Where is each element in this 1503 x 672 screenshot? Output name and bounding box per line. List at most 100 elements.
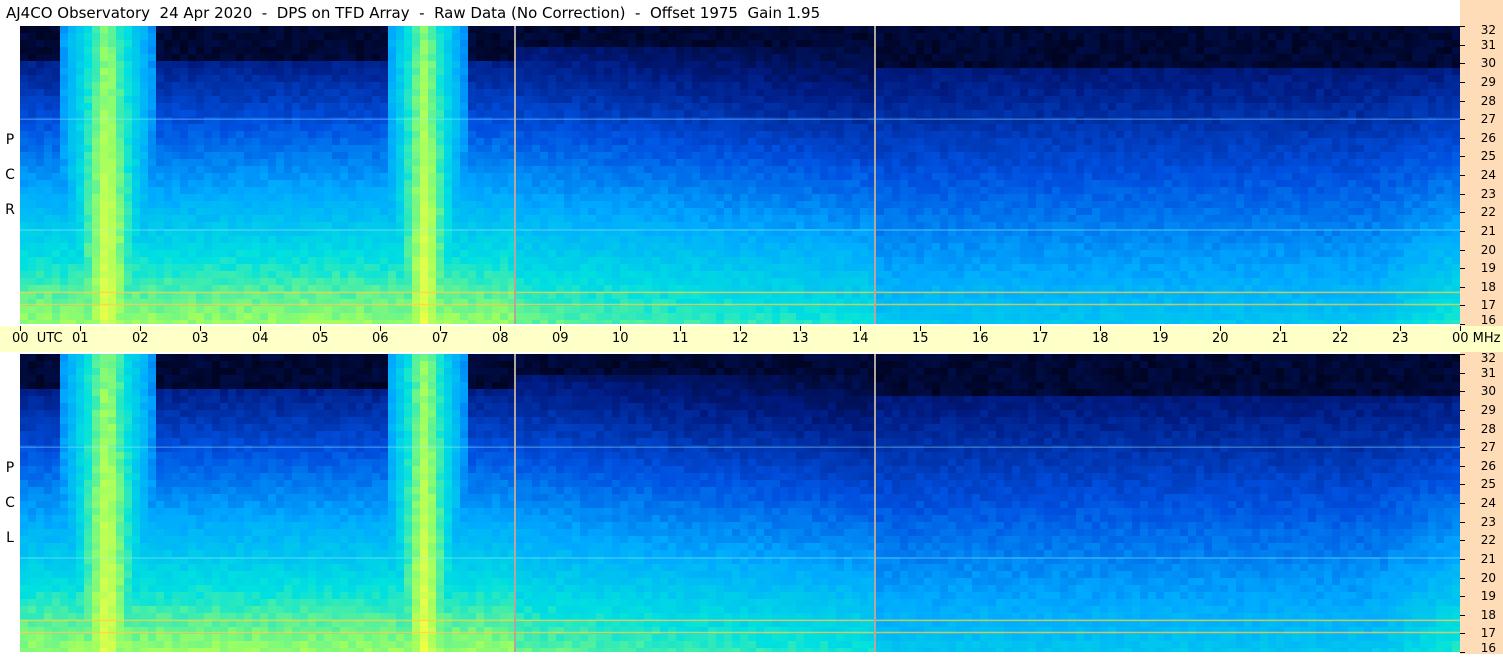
rcp-cell bbox=[468, 313, 477, 321]
rcp-cell bbox=[276, 243, 285, 251]
rcp-cell bbox=[292, 33, 301, 41]
rcp-cell bbox=[812, 89, 821, 97]
rcp-cell bbox=[28, 47, 37, 55]
rcp-cell bbox=[676, 75, 685, 83]
rcp-cell bbox=[180, 271, 189, 279]
rcp-cell bbox=[532, 40, 541, 48]
rcp-cell bbox=[700, 61, 709, 69]
rcp-cell bbox=[124, 222, 133, 230]
rcp-cell bbox=[900, 194, 909, 202]
rcp-cell bbox=[436, 278, 445, 286]
rcp-cell bbox=[100, 306, 109, 314]
rcp-cell bbox=[332, 138, 341, 146]
rcp-cell bbox=[188, 131, 197, 139]
rcp-cell bbox=[588, 40, 597, 48]
rcp-cell bbox=[684, 117, 693, 125]
rcp-cell bbox=[804, 117, 813, 125]
rcp-cell bbox=[772, 320, 781, 324]
rcp-cell bbox=[900, 47, 909, 55]
rcp-cell bbox=[580, 201, 589, 209]
rcp-cell bbox=[716, 292, 725, 300]
rcp-cell bbox=[900, 271, 909, 279]
rcp-cell bbox=[468, 264, 477, 272]
rcp-cell bbox=[68, 299, 77, 307]
rcp-cell bbox=[772, 166, 781, 174]
rcp-cell bbox=[348, 131, 357, 139]
rcp-cell bbox=[236, 173, 245, 181]
rcp-cell bbox=[556, 26, 565, 34]
rcp-cell bbox=[28, 306, 37, 314]
rcp-cell bbox=[204, 236, 213, 244]
rcp-cell bbox=[332, 166, 341, 174]
rcp-cell bbox=[732, 292, 741, 300]
rcp-cell bbox=[716, 313, 725, 321]
rcp-cell bbox=[780, 250, 789, 258]
rcp-cell bbox=[676, 54, 685, 62]
rcp-cell bbox=[732, 61, 741, 69]
rcp-cell bbox=[708, 320, 717, 324]
rcp-cell bbox=[572, 61, 581, 69]
rcp-cell bbox=[660, 271, 669, 279]
rcp-cell bbox=[876, 257, 885, 265]
rcp-cell bbox=[172, 201, 181, 209]
rcp-cell bbox=[228, 159, 237, 167]
rcp-cell bbox=[76, 47, 85, 55]
rcp-cell bbox=[748, 61, 757, 69]
rcp-cell bbox=[716, 243, 725, 251]
rcp-cell bbox=[900, 215, 909, 223]
rcp-cell bbox=[548, 117, 557, 125]
rcp-cell bbox=[252, 320, 261, 324]
rcp-cell bbox=[140, 89, 149, 97]
rcp-cell bbox=[764, 40, 773, 48]
rcp-cell bbox=[764, 145, 773, 153]
rcp-cell bbox=[116, 61, 125, 69]
rcp-cell bbox=[92, 103, 101, 111]
rcp-cell bbox=[740, 96, 749, 104]
rcp-cell bbox=[252, 173, 261, 181]
rcp-cell bbox=[44, 145, 53, 153]
rcp-cell bbox=[20, 257, 29, 265]
rcp-cell bbox=[756, 82, 765, 90]
rcp-cell bbox=[876, 26, 885, 34]
rcp-cell bbox=[940, 180, 949, 188]
rcp-cell bbox=[540, 271, 549, 279]
rcp-cell bbox=[108, 103, 117, 111]
rcp-cell bbox=[308, 271, 317, 279]
rcp-cell bbox=[316, 117, 325, 125]
rcp-cell bbox=[780, 285, 789, 293]
rcp-cell bbox=[156, 54, 165, 62]
rcp-cell bbox=[492, 236, 501, 244]
rcp-cell bbox=[676, 152, 685, 160]
rcp-cell bbox=[436, 61, 445, 69]
rcp-cell bbox=[932, 131, 941, 139]
rcp-cell bbox=[660, 33, 669, 41]
rcp-cell bbox=[36, 264, 45, 272]
rcp-cell bbox=[492, 292, 501, 300]
rcp-cell bbox=[900, 292, 909, 300]
rcp-cell bbox=[36, 278, 45, 286]
rcp-cell bbox=[236, 215, 245, 223]
rcp-cell bbox=[348, 173, 357, 181]
rcp-cell bbox=[460, 208, 469, 216]
rcp-cell bbox=[44, 89, 53, 97]
rcp-cell bbox=[764, 201, 773, 209]
rcp-cell bbox=[492, 33, 501, 41]
rcp-cell bbox=[212, 180, 221, 188]
rcp-cell bbox=[652, 278, 661, 286]
rcp-cell bbox=[340, 103, 349, 111]
rcp-cell bbox=[412, 180, 421, 188]
rcp-cell bbox=[68, 243, 77, 251]
rcp-cell bbox=[628, 201, 637, 209]
rcp-cell bbox=[700, 299, 709, 307]
rcp-cell bbox=[52, 215, 61, 223]
rcp-cell bbox=[308, 145, 317, 153]
rcp-cell bbox=[444, 145, 453, 153]
rcp-cell bbox=[700, 75, 709, 83]
rcp-cell bbox=[284, 215, 293, 223]
rcp-cell bbox=[364, 82, 373, 90]
rcp-cell bbox=[148, 117, 157, 125]
rcp-cell bbox=[44, 320, 53, 324]
rcp-cell bbox=[132, 208, 141, 216]
rcp-cell bbox=[636, 194, 645, 202]
rcp-cell bbox=[284, 306, 293, 314]
